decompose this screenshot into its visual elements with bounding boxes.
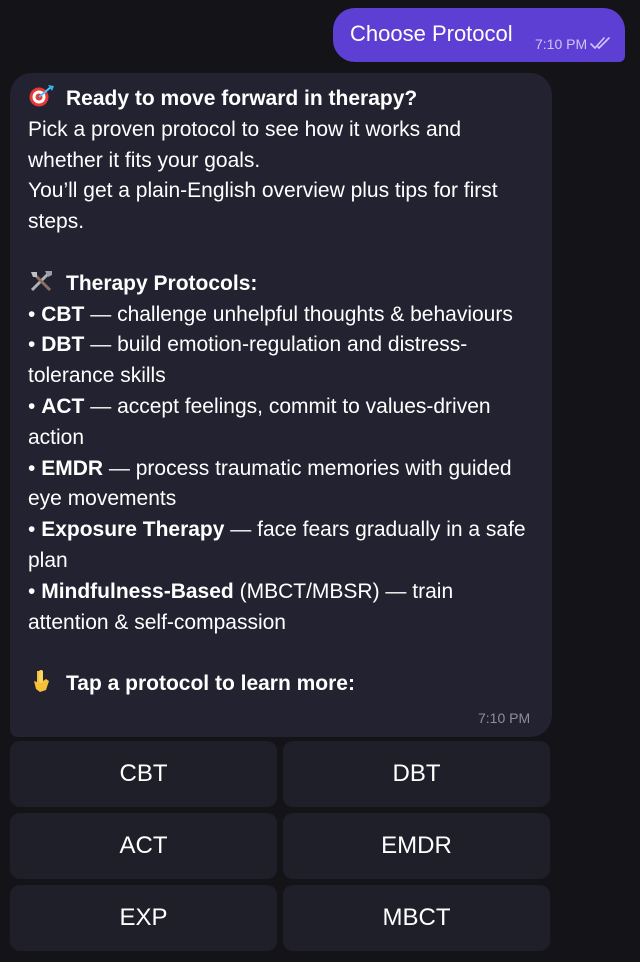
keyboard-button-cbt[interactable]: CBT: [10, 741, 277, 807]
protocol-item: • CBT — challenge unhelpful thoughts & b…: [28, 300, 538, 331]
keyboard-button-exp[interactable]: EXP: [10, 885, 277, 951]
keyboard-button-mbct[interactable]: MBCT: [283, 885, 550, 951]
dash: —: [90, 302, 112, 326]
outgoing-message-bubble[interactable]: Choose Protocol 7:10 PM: [333, 8, 625, 62]
intro-line-2: You’ll get a plain-English overview plus…: [28, 179, 498, 234]
incoming-message-text: Ready to move forward in therapy? Pick a…: [28, 84, 538, 700]
protocol-item: • Exposure Therapy — face fears graduall…: [28, 515, 538, 577]
dash: —: [90, 333, 112, 357]
intro-line-1: Pick a proven protocol to see how it wor…: [28, 117, 462, 172]
keyboard-button-dbt[interactable]: DBT: [283, 741, 550, 807]
dash: —: [108, 456, 130, 480]
dash: —: [90, 394, 112, 418]
protocol-name: Mindfulness-Based: [41, 579, 234, 603]
bullet: •: [28, 302, 36, 326]
protocol-name: DBT: [41, 333, 85, 357]
protocol-item: • ACT — accept feelings, commit to value…: [28, 392, 538, 454]
protocol-extra: (MBCT/MBSR): [239, 579, 380, 603]
bullet: •: [28, 456, 36, 480]
incoming-message-time: 7:10 PM: [478, 710, 531, 726]
keyboard-button-act[interactable]: ACT: [10, 813, 277, 879]
protocol-name: CBT: [41, 302, 85, 326]
dash: —: [230, 518, 252, 542]
target-dart-icon: [29, 85, 54, 107]
bullet: •: [28, 333, 36, 357]
protocol-item: • Mindfulness-Based (MBCT/MBSR) — train …: [28, 577, 538, 639]
outgoing-message-time: 7:10 PM: [535, 36, 588, 52]
protocol-item: • EMDR — process traumatic memories with…: [28, 454, 538, 516]
outgoing-message-text: Choose Protocol: [350, 21, 513, 46]
bullet: •: [28, 579, 36, 603]
tools-icon: [30, 270, 52, 291]
protocol-item: • DBT — build emotion-regulation and dis…: [28, 330, 538, 392]
protocol-name: ACT: [41, 394, 85, 418]
protocol-name: EMDR: [41, 456, 104, 480]
bullet: •: [28, 518, 36, 542]
pointing-down-hand-icon: [34, 670, 49, 693]
double-check-icon: [590, 37, 610, 49]
cta-line: Tap a protocol to learn more:: [28, 669, 538, 700]
dash: —: [385, 579, 407, 603]
keyboard-button-emdr[interactable]: EMDR: [283, 813, 550, 879]
bullet: •: [28, 394, 36, 418]
incoming-message-bubble: Ready to move forward in therapy? Pick a…: [10, 73, 552, 737]
protocols-heading: Therapy Protocols:: [28, 269, 538, 300]
protocol-description: challenge unhelpful thoughts & behaviour…: [117, 302, 513, 326]
protocol-list: • CBT — challenge unhelpful thoughts & b…: [28, 300, 538, 639]
message-heading: Ready to move forward in therapy?: [28, 84, 538, 115]
protocol-name: Exposure Therapy: [41, 518, 225, 542]
